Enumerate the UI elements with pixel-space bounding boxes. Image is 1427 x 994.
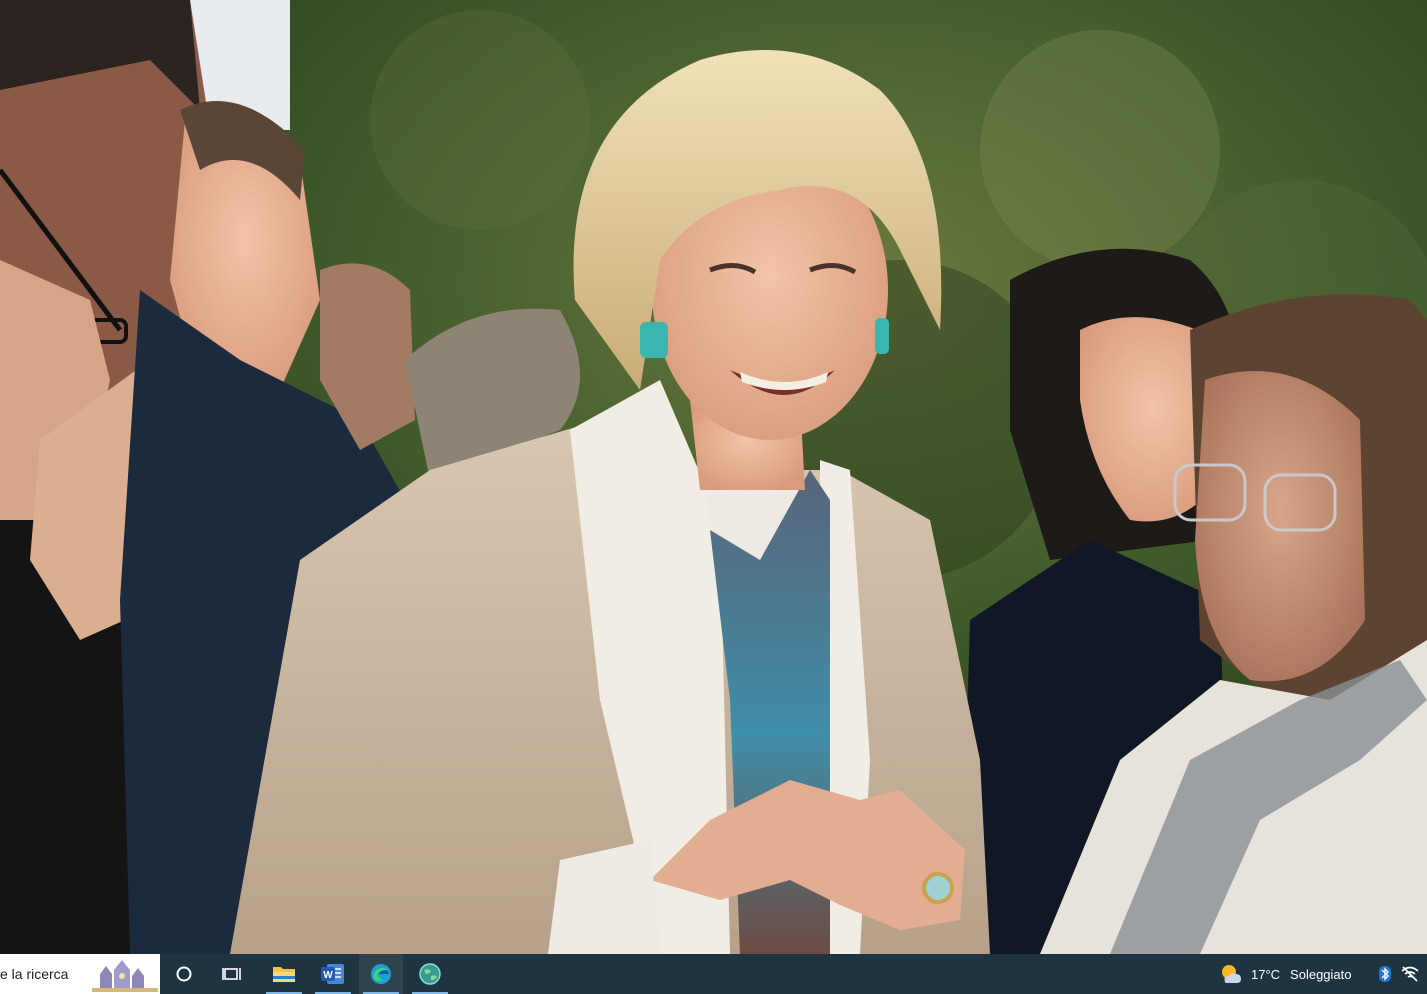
taskbar: e la ricerca W 17°C Soleggiato: [0, 954, 1427, 994]
search-highlight-icon: [92, 960, 158, 992]
search-box-text: e la ricerca: [0, 966, 69, 982]
photo-viewport: [0, 0, 1427, 954]
bluetooth-icon: [1379, 966, 1391, 982]
taskbar-app-browser[interactable]: [408, 954, 452, 994]
photo-smiling-woman-crowd: [0, 0, 1427, 954]
circle-icon: [176, 966, 192, 982]
taskbar-app-word[interactable]: W: [311, 954, 355, 994]
word-icon: W: [321, 964, 344, 984]
bluetooth-tray[interactable]: [1378, 954, 1392, 994]
edge-icon: [371, 964, 391, 984]
weather-temperature: 17°C: [1251, 966, 1281, 982]
network-disconnected-icon: [1401, 966, 1419, 982]
taskbar-app-edge[interactable]: [359, 954, 403, 994]
svg-text:W: W: [323, 970, 333, 981]
task-view-icon: [222, 968, 241, 980]
taskbar-app-file-explorer[interactable]: [262, 954, 306, 994]
search-box[interactable]: e la ricerca: [0, 954, 160, 994]
task-view-button[interactable]: [210, 954, 254, 994]
globe-icon: [419, 963, 441, 985]
folder-icon: [273, 967, 295, 982]
cortana-button[interactable]: [162, 954, 206, 994]
network-tray[interactable]: [1400, 954, 1420, 994]
partly-sunny-icon: [1222, 965, 1241, 983]
weather-condition: Soleggiato: [1290, 966, 1352, 982]
weather-widget[interactable]: 17°C Soleggiato: [1219, 954, 1352, 994]
